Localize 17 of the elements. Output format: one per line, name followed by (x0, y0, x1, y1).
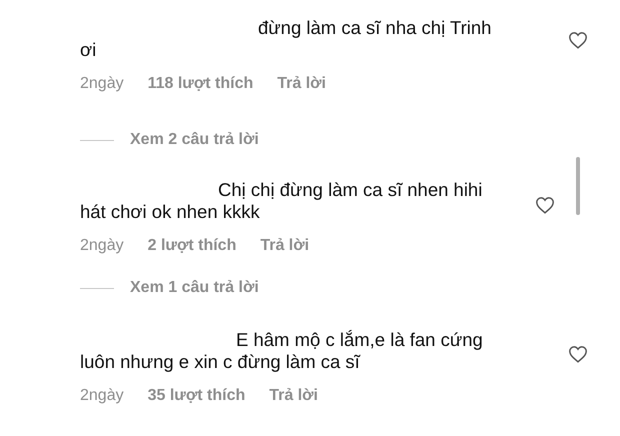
timestamp: 2ngày (80, 236, 124, 256)
timestamp: 2ngày (80, 386, 124, 406)
timestamp: 2ngày (80, 74, 124, 94)
comment-text: ơi (80, 39, 96, 61)
likes-count[interactable]: 35 lượt thích (148, 386, 246, 406)
view-replies-link[interactable]: Xem 1 câu trả lời (130, 276, 259, 300)
comment-text: E hâm mộ c lắm,e là fan cứng (236, 329, 483, 351)
comment-text: hát chơi ok nhen kkkk (80, 201, 260, 223)
reply-link[interactable]: Trả lời (277, 74, 326, 94)
comment-text: luôn nhưng e xin c đừng làm ca sĩ (80, 351, 360, 373)
view-replies-link[interactable]: Xem 2 câu trả lời (130, 128, 259, 152)
comment-text: đừng làm ca sĩ nha chị Trinh (258, 17, 492, 39)
likes-count[interactable]: 118 lượt thích (148, 74, 254, 94)
comment-text: Chị chị đừng làm ca sĩ nhen hihi (218, 179, 482, 201)
likes-count[interactable]: 2 lượt thích (148, 236, 236, 256)
reply-link[interactable]: Trả lời (269, 386, 318, 406)
reply-link[interactable]: Trả lời (260, 236, 310, 256)
